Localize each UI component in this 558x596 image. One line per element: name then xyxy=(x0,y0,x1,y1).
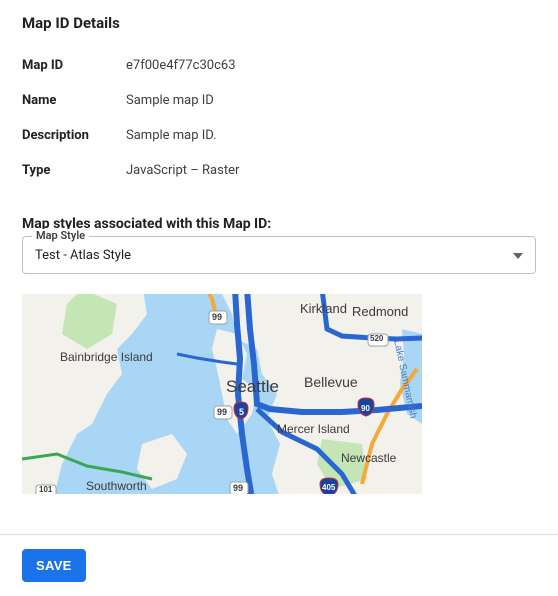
map-shield-90: 90 xyxy=(361,404,370,413)
map-shield-101: 101 xyxy=(39,485,52,494)
map-place-bainbridge-island: Bainbridge Island xyxy=(60,350,130,364)
table-row: Name Sample map ID xyxy=(22,83,536,118)
map-place-mercer-island: Mercer Island xyxy=(277,422,350,436)
footer-bar: SAVE xyxy=(0,534,558,596)
description-label: Description xyxy=(22,118,126,153)
name-label: Name xyxy=(22,83,126,118)
table-row: Description Sample map ID. xyxy=(22,118,536,153)
map-place-newcastle: Newcastle xyxy=(341,451,396,465)
map-preview[interactable]: Seattle Bellevue Kirkland Redmond Mercer… xyxy=(22,294,422,494)
map-id-value: e7f00e4f77c30c63 xyxy=(126,48,536,83)
map-style-field-label: Map Style xyxy=(32,229,89,242)
map-place-redmond: Redmond xyxy=(352,304,408,319)
type-label: Type xyxy=(22,153,126,188)
type-value: JavaScript – Raster xyxy=(126,153,536,188)
map-shield-405: 405 xyxy=(322,483,335,492)
details-table: Map ID e7f00e4f77c30c63 Name Sample map … xyxy=(22,48,536,188)
map-style-selected-value: Test - Atlas Style xyxy=(35,248,131,263)
table-row: Type JavaScript – Raster xyxy=(22,153,536,188)
map-place-southworth: Southworth xyxy=(86,479,147,493)
table-row: Map ID e7f00e4f77c30c63 xyxy=(22,48,536,83)
map-shield-99a: 99 xyxy=(212,312,222,322)
map-place-kirkland: Kirkland xyxy=(300,301,347,316)
map-style-select[interactable]: Test - Atlas Style xyxy=(22,236,536,274)
map-shield-5: 5 xyxy=(239,407,244,417)
associated-styles-title: Map styles associated with this Map ID: xyxy=(22,216,536,232)
map-place-seattle: Seattle xyxy=(226,377,279,397)
description-value: Sample map ID. xyxy=(126,118,536,153)
map-shield-99c: 99 xyxy=(233,483,243,493)
chevron-down-icon xyxy=(513,248,523,263)
save-button[interactable]: SAVE xyxy=(22,549,86,582)
page-title: Map ID Details xyxy=(22,14,536,32)
name-value: Sample map ID xyxy=(126,83,536,118)
map-place-bellevue: Bellevue xyxy=(304,374,358,390)
map-shield-99b: 99 xyxy=(217,407,227,417)
map-id-label: Map ID xyxy=(22,48,126,83)
map-shield-520: 520 xyxy=(370,334,383,343)
